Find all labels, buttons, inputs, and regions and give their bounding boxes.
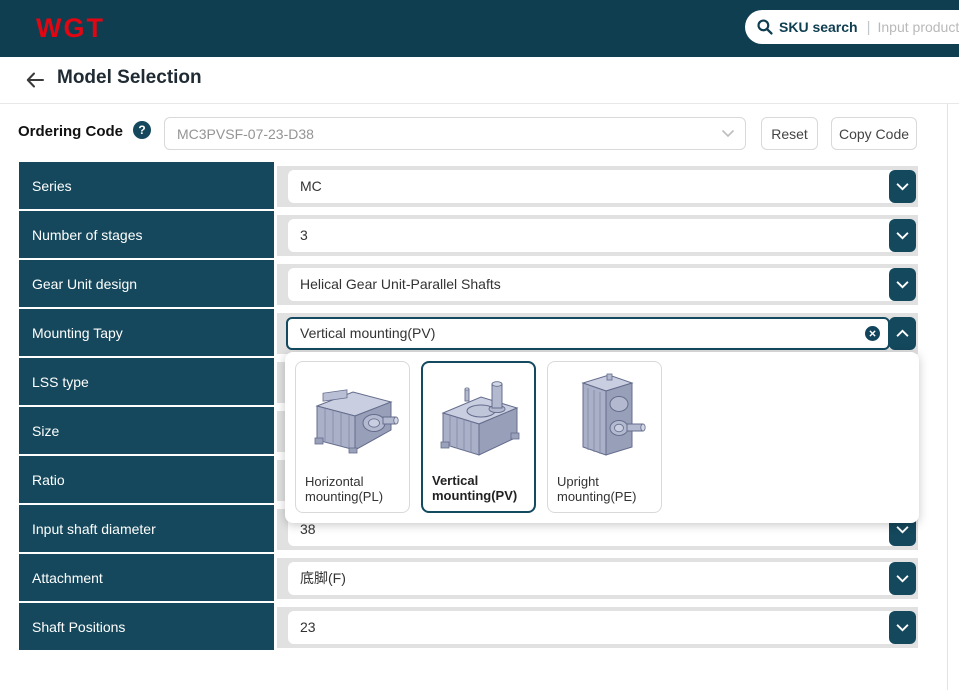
option-label: Vertical mounting(PV) [432, 473, 528, 504]
select-attachment[interactable]: 底脚(F) [288, 562, 916, 595]
row-label-shaft-positions: Shaft Positions [19, 603, 274, 650]
upright-mounting-image [555, 366, 655, 466]
row-label-mounting-type: Mounting Tapy [19, 309, 274, 356]
row-label-attachment: Attachment [19, 554, 274, 601]
row-label-size: Size [19, 407, 274, 454]
chevron-up-icon[interactable] [889, 317, 916, 350]
row-label-ratio: Ratio [19, 456, 274, 503]
search-icon [756, 18, 774, 36]
option-label: Horizontal mounting(PL) [305, 474, 403, 505]
ordering-code-label: Ordering Code [18, 123, 123, 140]
chevron-down-icon[interactable] [889, 170, 916, 203]
row-shaft-positions: Shaft Positions 23 [0, 603, 959, 652]
select-series[interactable]: MC [288, 170, 916, 203]
chevron-down-icon[interactable] [889, 268, 916, 301]
copy-code-button[interactable]: Copy Code [831, 117, 917, 150]
title-bar: Model Selection [0, 57, 959, 103]
option-horizontal-mounting[interactable]: Horizontal mounting(PL) [295, 361, 410, 513]
select-mounting-type[interactable]: Vertical mounting(PV) [286, 317, 890, 350]
option-vertical-mounting[interactable]: Vertical mounting(PV) [421, 361, 536, 513]
app-header: WGT SKU search | [0, 0, 959, 57]
row-label-lss-type: LSS type [19, 358, 274, 405]
row-mounting-type: Mounting Tapy Vertical mounting(PV) [0, 309, 959, 358]
row-label-series: Series [19, 162, 274, 209]
divider [0, 103, 959, 104]
chevron-down-icon[interactable] [889, 219, 916, 252]
row-label-input-shaft-diameter: Input shaft diameter [19, 505, 274, 552]
chevron-down-icon[interactable] [889, 611, 916, 644]
row-number-of-stages: Number of stages 3 [0, 211, 959, 260]
vertical-mounting-image [429, 367, 529, 467]
select-shaft-positions[interactable]: 23 [288, 611, 916, 644]
ordering-code-row: Ordering Code ? MC3PVSF-07-23-D38 Reset … [0, 112, 959, 156]
horizontal-mounting-image [303, 366, 403, 466]
clear-icon[interactable] [865, 326, 880, 341]
chevron-down-icon[interactable] [889, 562, 916, 595]
row-label-gear-unit-design: Gear Unit design [19, 260, 274, 307]
sku-search[interactable]: SKU search | [745, 10, 959, 44]
back-arrow-icon[interactable] [24, 69, 46, 91]
reset-button[interactable]: Reset [761, 117, 818, 150]
row-label-number-of-stages: Number of stages [19, 211, 274, 258]
select-number-of-stages[interactable]: 3 [288, 219, 916, 252]
ordering-code-combobox[interactable]: MC3PVSF-07-23-D38 [164, 117, 746, 150]
ordering-code-value: MC3PVSF-07-23-D38 [177, 126, 721, 142]
sku-divider: | [867, 19, 871, 36]
page-title: Model Selection [57, 67, 202, 89]
sku-search-label: SKU search [779, 19, 858, 35]
option-label: Upright mounting(PE) [557, 474, 655, 505]
row-gear-unit-design: Gear Unit design Helical Gear Unit-Paral… [0, 260, 959, 309]
row-attachment: Attachment 底脚(F) [0, 554, 959, 603]
chevron-down-icon [721, 129, 735, 138]
help-icon[interactable]: ? [133, 121, 151, 139]
row-series: Series MC [0, 162, 959, 211]
option-upright-mounting[interactable]: Upright mounting(PE) [547, 361, 662, 513]
select-gear-unit-design[interactable]: Helical Gear Unit-Parallel Shafts [288, 268, 916, 301]
sku-search-input[interactable] [878, 19, 959, 35]
wgt-logo: WGT [36, 13, 105, 43]
mounting-type-dropdown-panel: Horizontal mounting(PL) Vertical mountin… [285, 352, 919, 523]
